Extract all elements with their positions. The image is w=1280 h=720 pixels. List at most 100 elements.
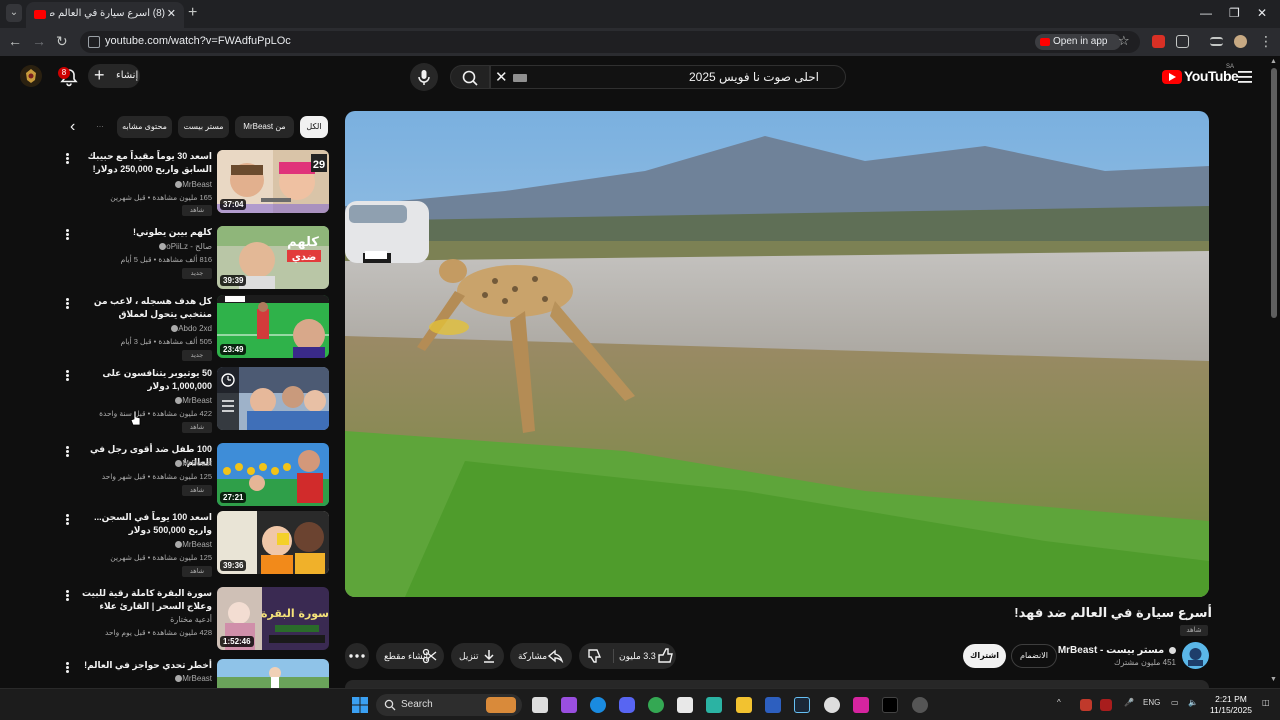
app-icon[interactable]: [706, 697, 722, 713]
chip-similar-content[interactable]: محتوى مشابه: [117, 116, 172, 138]
browser-tab-active[interactable]: (8) أسرع سيارة في العالم ضد ✕: [26, 2, 184, 28]
video-title[interactable]: اسعد 30 يوماً مقيداً مع حبيبك السابق وار…: [80, 150, 212, 176]
related-video-item[interactable]: أخطر تحدي حواجز في العالم! MrBeast: [60, 659, 332, 688]
page-scrollbar[interactable]: ▲ ▼: [1268, 56, 1280, 688]
taskbar-clock[interactable]: 2:21 PM 11/15/2025: [1206, 694, 1256, 716]
video-thumbnail[interactable]: 39:36: [217, 511, 329, 574]
description-box[interactable]: [345, 680, 1209, 688]
related-video-item[interactable]: اسعد 30 يوماً مقيداً مع حبيبك السابق وار…: [60, 150, 332, 216]
site-info-icon[interactable]: [88, 36, 100, 48]
voice-search-button[interactable]: [410, 63, 438, 91]
scroll-down-icon[interactable]: ▼: [1270, 676, 1277, 683]
more-options-icon[interactable]: [64, 152, 70, 166]
chrome-icon[interactable]: [648, 697, 664, 713]
search-input[interactable]: ✕ احلى صوت نا فويس 2025: [490, 65, 846, 89]
new-tab-icon[interactable]: +: [188, 4, 197, 22]
related-video-item[interactable]: اسعد 100 يوماً في السجن... واربح 500,000…: [60, 511, 332, 577]
video-title[interactable]: سورة البقرة كاملة رقية للبيت وعلاج السحر…: [80, 587, 212, 614]
more-options-icon[interactable]: [64, 661, 70, 675]
more-options-icon[interactable]: [64, 589, 70, 603]
tray-app-icon[interactable]: [1080, 699, 1092, 711]
like-button[interactable]: 3.3 مليون: [615, 643, 676, 669]
video-thumbnail[interactable]: 29 37:04: [217, 150, 329, 213]
dislike-button[interactable]: [579, 643, 613, 669]
forward-icon[interactable]: →: [32, 33, 46, 49]
discord-icon[interactable]: [619, 697, 635, 713]
scroll-up-icon[interactable]: ▲: [1270, 58, 1277, 65]
copilot-icon[interactable]: [561, 697, 577, 713]
chip-all[interactable]: الكل: [300, 116, 328, 138]
account-avatar[interactable]: [20, 65, 42, 87]
video-thumbnail[interactable]: [217, 659, 329, 688]
video-player[interactable]: [345, 111, 1209, 597]
youtube-logo[interactable]: YouTube SA: [1162, 64, 1239, 86]
microphone-icon[interactable]: 🎤: [1124, 698, 1134, 707]
profile-avatar-icon[interactable]: [1234, 35, 1247, 48]
download-button[interactable]: تنزيل: [451, 643, 504, 669]
related-video-item[interactable]: كل هدف هسجله ، لاعب من منتخبي يتحول لعمل…: [60, 295, 332, 361]
video-title[interactable]: 50 يوتيوبر يتنافسون على 1,000,000 دولار: [80, 367, 212, 393]
video-thumbnail[interactable]: 27:21: [217, 443, 329, 506]
task-view-icon[interactable]: [532, 697, 548, 713]
hamburger-menu-icon[interactable]: [1238, 70, 1252, 83]
tiktok-icon[interactable]: [882, 697, 898, 713]
app-icon[interactable]: [765, 697, 781, 713]
video-title[interactable]: اسعد 100 يوماً في السجن... واربح 500,000…: [80, 511, 212, 537]
keyboard-icon[interactable]: [513, 74, 527, 82]
clip-button[interactable]: إنشاء مقطع: [376, 643, 444, 669]
search-button[interactable]: [450, 65, 490, 89]
video-title[interactable]: كلهم بيبن يطوني!: [80, 226, 212, 239]
more-actions-button[interactable]: [345, 643, 369, 669]
minimize-icon[interactable]: —: [1200, 6, 1212, 20]
clear-search-icon[interactable]: ✕: [495, 68, 508, 86]
tab-close-icon[interactable]: ✕: [167, 7, 176, 20]
more-options-icon[interactable]: [64, 297, 70, 311]
bookmark-star-icon[interactable]: ☆: [1118, 33, 1130, 49]
more-options-icon[interactable]: [64, 228, 70, 242]
taskbar-search[interactable]: Search: [376, 694, 522, 716]
channel-name[interactable]: صالح - oPiiLz: [80, 242, 212, 251]
channel-name-main[interactable]: مستر بيست - MrBeast: [1058, 645, 1176, 656]
channel-name[interactable]: Abdo 2xd: [80, 324, 212, 333]
related-video-item[interactable]: 100 طفل ضد أقوى رجل في العالم! MrBeast 1…: [60, 443, 332, 509]
channel-name[interactable]: أدعية مختارة: [80, 615, 212, 624]
more-options-icon[interactable]: [64, 513, 70, 527]
video-thumbnail[interactable]: سورة البقرة 1:52:46: [217, 587, 329, 650]
related-video-item[interactable]: كلهم بيبن يطوني! صالح - oPiiLz 816 ألف م…: [60, 226, 332, 292]
back-icon[interactable]: ←: [8, 33, 22, 49]
share-button[interactable]: مشاركة: [510, 643, 572, 669]
steam-icon[interactable]: [794, 697, 810, 713]
reload-icon[interactable]: ↻: [56, 33, 68, 50]
more-options-icon[interactable]: [64, 445, 70, 459]
channel-name[interactable]: MrBeast: [80, 396, 212, 405]
chip-mister-beast[interactable]: مستر بيست: [178, 116, 229, 138]
network-icon[interactable]: ▭: [1171, 698, 1179, 707]
chips-scroll-left-icon[interactable]: ‹: [70, 118, 75, 136]
video-thumbnail[interactable]: كلهم ضدي 39:39: [217, 226, 329, 289]
chip-from-mrbeast[interactable]: من MrBeast: [235, 116, 294, 138]
address-bar[interactable]: youtube.com/watch?v=FWAdfuPpLOc Open in …: [80, 31, 1140, 53]
file-explorer-icon[interactable]: [736, 697, 752, 713]
app-icon[interactable]: [912, 697, 928, 713]
more-options-icon[interactable]: [64, 369, 70, 383]
channel-name[interactable]: MrBeast: [80, 674, 212, 683]
channel-avatar[interactable]: [1182, 642, 1209, 669]
browser-menu-icon[interactable]: ⋮: [1259, 33, 1273, 50]
extension-icon[interactable]: [1152, 35, 1165, 48]
channel-name[interactable]: MrBeast: [80, 459, 212, 468]
video-title[interactable]: أخطر تحدي حواجز في العالم!: [80, 659, 212, 672]
restore-icon[interactable]: ❐: [1229, 6, 1240, 20]
related-video-item[interactable]: سورة البقرة كاملة رقية للبيت وعلاج السحر…: [60, 587, 332, 653]
reading-list-icon[interactable]: [1210, 37, 1223, 46]
scroll-thumb[interactable]: [1271, 68, 1277, 318]
extensions-puzzle-icon[interactable]: [1176, 35, 1189, 48]
edge-icon[interactable]: [590, 697, 606, 713]
tab-search-icon[interactable]: ⌄: [6, 4, 22, 22]
app-icon[interactable]: [824, 697, 840, 713]
language-indicator[interactable]: ENG: [1143, 698, 1160, 707]
store-icon[interactable]: [677, 697, 693, 713]
channel-name[interactable]: MrBeast: [80, 540, 212, 549]
subscribe-button[interactable]: اشتراك: [963, 644, 1006, 668]
open-in-app-button[interactable]: Open in app: [1035, 34, 1121, 50]
create-button[interactable]: + إنشاء: [88, 64, 140, 88]
